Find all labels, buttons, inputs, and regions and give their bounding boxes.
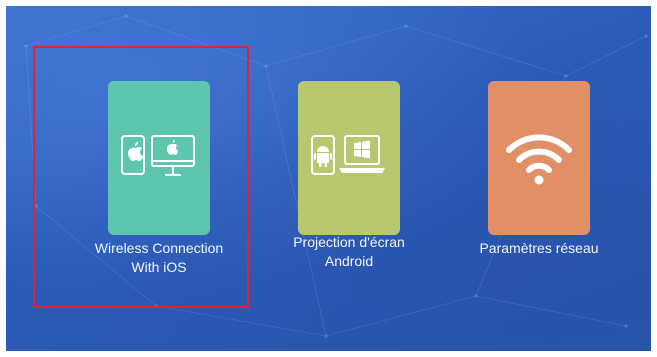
network-settings-tile[interactable]: [488, 81, 590, 235]
android-projection-label: Projection d'écran Android: [254, 233, 444, 271]
wifi-icon: [506, 134, 572, 185]
label-line-1: Paramètres réseau: [479, 240, 599, 256]
launcher-screen: Wireless Connection With iOS Projection …: [6, 6, 651, 351]
selection-focus-frame: [33, 46, 249, 308]
label-line-1: Projection d'écran: [293, 234, 405, 250]
android-devices-icon: [311, 135, 385, 175]
label-line-2: Android: [324, 253, 374, 269]
phone-android-icon: [311, 135, 335, 175]
android-projection-tile[interactable]: [298, 81, 400, 235]
laptop-windows-icon: [339, 135, 385, 173]
network-settings-label: Paramètres réseau: [444, 239, 634, 258]
